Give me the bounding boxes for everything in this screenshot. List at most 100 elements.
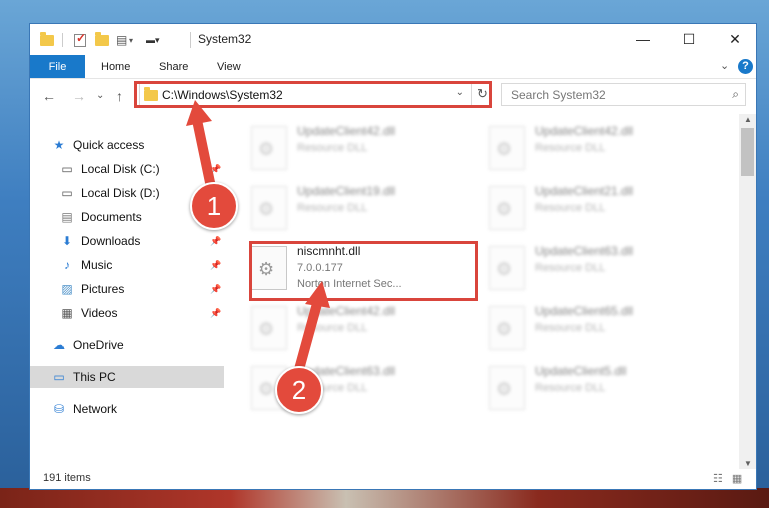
navigation-bar: ← → ⌄ ↑ C:\Windows\System32 ⌄ ↻ Search S…	[30, 79, 756, 113]
folder-icon	[40, 31, 54, 48]
pin-icon[interactable]: 📌	[210, 164, 221, 175]
file-name: UpdateClient42.dll	[297, 304, 396, 318]
sidebar-item-music[interactable]: ♪ Music 📌	[30, 254, 224, 276]
file-item[interactable]: ⚙ UpdateClient42.dll Resource DLL	[251, 122, 481, 182]
up-button[interactable]: ↑	[116, 88, 123, 104]
gear-icon: ⚙	[258, 199, 275, 219]
tab-view[interactable]: View	[217, 55, 241, 78]
tab-file[interactable]: File	[30, 55, 85, 78]
pin-icon[interactable]: 📌	[210, 284, 221, 295]
gear-icon: ⚙	[496, 139, 513, 159]
drive-icon: ▭	[61, 162, 73, 176]
dll-file-icon: ⚙	[489, 366, 525, 410]
properties-check-icon[interactable]	[74, 31, 86, 48]
title-bar: ▤▾ ▬▾ System32 — ☐ ✕	[30, 24, 756, 56]
dll-file-icon: ⚙	[251, 126, 287, 170]
address-dropdown-icon[interactable]: ⌄	[456, 87, 464, 98]
tab-share[interactable]: Share	[159, 55, 188, 78]
gear-icon: ⚙	[258, 139, 275, 159]
gear-icon: ⚙	[496, 259, 513, 279]
sidebar-item-label: Local Disk (C:)	[81, 162, 160, 176]
sidebar-item-this-pc[interactable]: ▭ This PC	[30, 366, 224, 388]
file-item[interactable]: ⚙ UpdateClient63.dll Resource DLL	[489, 242, 719, 302]
scroll-down-icon[interactable]: ▼	[744, 459, 752, 468]
file-name: UpdateClient5.dll	[535, 364, 627, 378]
sidebar-item-local-disk-c[interactable]: ▭ Local Disk (C:) 📌	[30, 158, 224, 180]
vertical-scrollbar[interactable]: ▲ ▼	[739, 114, 756, 469]
forward-button[interactable]: →	[72, 88, 86, 104]
view-toggle-icons[interactable]: ☷ ▦	[713, 472, 745, 485]
sidebar-item-quick-access[interactable]: ★ Quick access	[30, 134, 224, 156]
help-icon[interactable]: ?	[738, 59, 753, 74]
item-count: 191 items	[43, 472, 91, 484]
pictures-icon: ▨	[61, 282, 73, 296]
gear-icon: ⚙	[258, 379, 275, 399]
dll-file-icon: ⚙	[489, 246, 525, 290]
expand-ribbon-icon[interactable]: ⌄	[720, 59, 729, 72]
minimize-button[interactable]: —	[620, 24, 666, 54]
sidebar-item-pictures[interactable]: ▨ Pictures 📌	[30, 278, 224, 300]
sidebar-item-label: Quick access	[73, 138, 145, 152]
refresh-button[interactable]: ↻	[471, 83, 493, 106]
maximize-button[interactable]: ☐	[666, 24, 712, 54]
sidebar-item-label: This PC	[73, 370, 116, 384]
file-highlight-box	[249, 241, 478, 301]
sidebar-item-network[interactable]: ⛁ Network	[30, 398, 224, 420]
search-input[interactable]: Search System32 ⌕	[501, 83, 746, 106]
file-item[interactable]: ⚙ UpdateClient42.dll Resource DLL	[489, 122, 719, 182]
gear-icon: ⚙	[496, 379, 513, 399]
file-detail: Resource DLL	[297, 142, 368, 154]
sidebar-item-label: Documents	[81, 210, 142, 224]
customize-toolbar-icon[interactable]: ▬▾	[146, 32, 160, 48]
file-name: UpdateClient42.dll	[535, 124, 634, 138]
title-divider	[62, 33, 63, 47]
file-item[interactable]: ⚙ UpdateClient5.dll Resource DLL	[489, 362, 719, 422]
file-detail: Resource DLL	[535, 382, 606, 394]
status-bar: 191 items ☷ ▦	[30, 469, 756, 489]
gear-icon: ⚙	[496, 319, 513, 339]
address-bar[interactable]: C:\Windows\System32 ⌄	[139, 83, 491, 106]
dll-file-icon: ⚙	[489, 186, 525, 230]
drive-icon: ▭	[61, 186, 73, 200]
sidebar-item-label: Videos	[81, 306, 118, 320]
sidebar-item-onedrive[interactable]: ☁ OneDrive	[30, 334, 224, 356]
gear-icon: ⚙	[496, 199, 513, 219]
sidebar-item-downloads[interactable]: ⬇ Downloads 📌	[30, 230, 224, 252]
address-folder-icon	[144, 87, 158, 101]
scrollbar-thumb[interactable]	[741, 128, 754, 176]
document-icon: ▤	[61, 210, 73, 224]
desktop-background	[0, 488, 769, 508]
sidebar-item-label: OneDrive	[73, 338, 124, 352]
pin-icon[interactable]: 📌	[210, 236, 221, 247]
tab-home[interactable]: Home	[101, 55, 130, 78]
address-path[interactable]: C:\Windows\System32	[162, 88, 283, 102]
scroll-up-icon[interactable]: ▲	[744, 115, 752, 124]
sidebar-item-label: Network	[73, 402, 118, 416]
file-item[interactable]: ⚙ UpdateClient21.dll Resource DLL	[489, 182, 719, 242]
file-name: UpdateClient63.dll	[535, 244, 634, 258]
sidebar-item-videos[interactable]: ▦ Videos 📌	[30, 302, 224, 324]
close-button[interactable]: ✕	[712, 24, 758, 54]
file-name: UpdateClient19.dll	[297, 184, 396, 198]
dll-file-icon: ⚙	[489, 126, 525, 170]
sidebar-item-label: Pictures	[81, 282, 125, 296]
download-icon: ⬇	[61, 234, 73, 248]
file-name: UpdateClient42.dll	[297, 124, 396, 138]
sidebar-item-label: Downloads	[81, 234, 141, 248]
back-button[interactable]: ←	[42, 88, 56, 104]
file-item[interactable]: ⚙ UpdateClient19.dll Resource DLL	[251, 182, 481, 242]
file-name: UpdateClient65.dll	[535, 304, 634, 318]
search-icon[interactable]: ⌕	[732, 87, 739, 102]
recent-locations-button[interactable]: ⌄	[96, 90, 104, 101]
callout-2: 2	[275, 366, 323, 414]
pin-icon[interactable]: 📌	[210, 308, 221, 319]
dll-file-icon: ⚙	[251, 306, 287, 350]
ribbon-tabs: File Home Share View ⌄ ?	[30, 55, 756, 79]
file-item[interactable]: ⚙ UpdateClient65.dll Resource DLL	[489, 302, 719, 362]
file-detail: Resource DLL	[297, 202, 368, 214]
new-folder-icon[interactable]	[95, 31, 109, 48]
file-item[interactable]: ⚙ UpdateClient42.dll Resource DLL	[251, 302, 481, 362]
file-detail: Resource DLL	[535, 202, 606, 214]
properties-icon[interactable]: ▤ ▾	[116, 32, 133, 48]
pin-icon[interactable]: 📌	[210, 260, 221, 271]
